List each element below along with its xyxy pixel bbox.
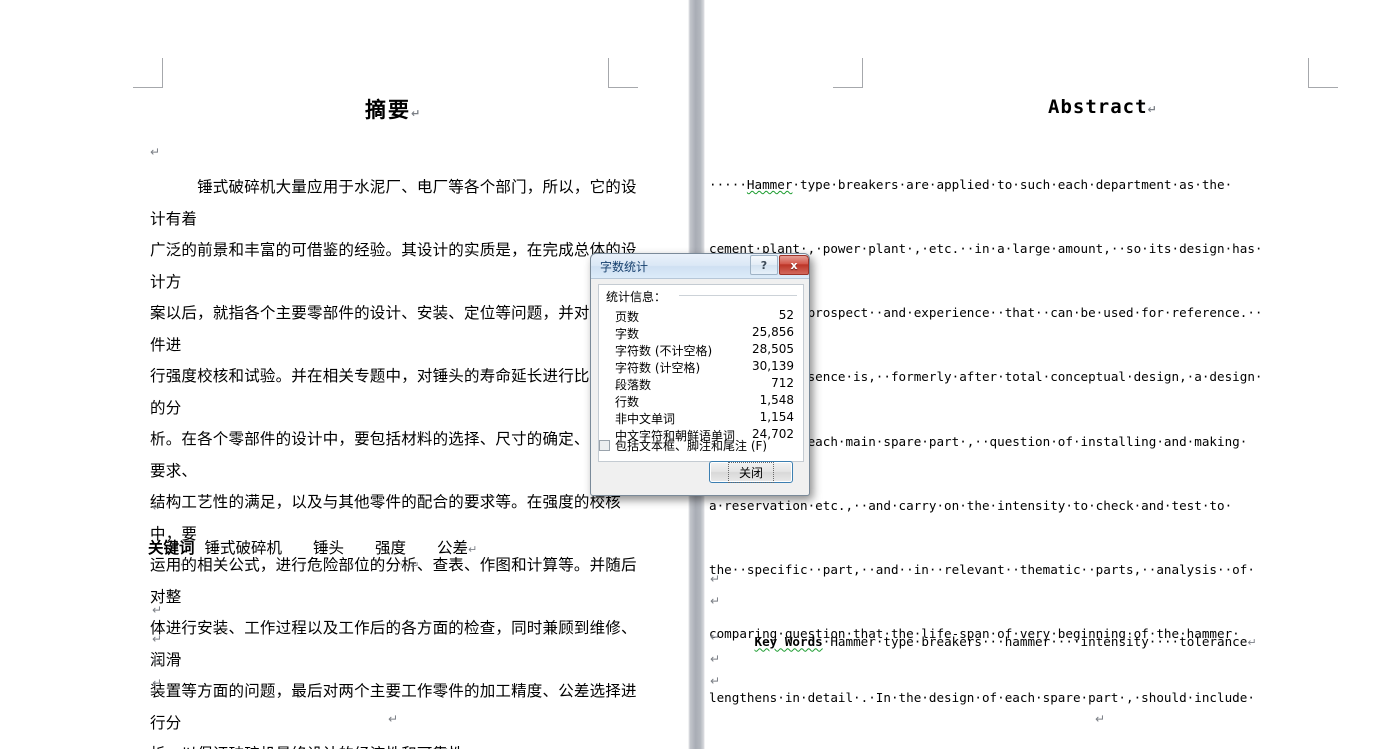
stat-value: 52 — [778, 308, 794, 322]
keywords-label: 关键词 — [148, 539, 195, 557]
close-icon[interactable]: x — [779, 255, 809, 275]
stat-value: 30,139 — [752, 359, 794, 373]
paragraph-line: 析。在各个零部件的设计中，要包括材料的选择、尺寸的确定、加工的要求、 — [150, 430, 637, 480]
pilcrow-icon: ↵ — [710, 594, 721, 608]
include-textboxes-checkbox[interactable]: 包括文本框、脚注和尾注 (F) — [599, 437, 767, 454]
pilcrow-icon: ↵ — [152, 632, 163, 646]
abstract-line: the··specific··part,··and··in··relevant·… — [709, 562, 1255, 578]
pilcrow-icon: ↵ — [152, 603, 163, 617]
paragraph-line: 体进行安装、工作过程以及工作后的各方面的检查，同时兼顾到维修、润滑 — [150, 619, 637, 669]
stat-label: 行数 — [615, 395, 640, 409]
pilcrow-icon: ↵ — [411, 107, 423, 120]
stat-label: 页数 — [615, 310, 640, 324]
stat-label: 非中文单词 — [615, 412, 676, 426]
pilcrow-icon: ↵ — [1147, 103, 1158, 116]
keywords-label: Key Words — [754, 634, 823, 650]
pilcrow-icon: ↵ — [710, 630, 721, 644]
dialog-title-bar[interactable]: 字数统计 ? x — [591, 254, 809, 279]
help-icon[interactable]: ? — [750, 255, 778, 275]
stat-row: 页数 52 — [615, 308, 794, 324]
pilcrow-icon: ↵ — [152, 654, 163, 668]
keywords-text: ·Hammer·type·breakers···hammer····intens… — [822, 634, 1248, 650]
left-page-title-text: 摘要 — [365, 98, 411, 122]
paragraph-line: 装置等方面的问题，最后对两个主要工作零件的加工精度、公差选择进行分 — [150, 682, 637, 732]
pilcrow-icon: ↵ — [410, 559, 420, 572]
space-dots: · · · · · · · · · · — [178, 558, 411, 572]
stat-row: 字符数 (不计空格) 28,505 — [615, 342, 794, 358]
pilcrow-icon: ↵ — [1095, 712, 1106, 726]
pilcrow-icon: ↵ — [468, 543, 478, 556]
stat-label: 字符数 (不计空格) — [615, 344, 713, 358]
left-page-keywords: 关键词 锤式破碎机 锤头 强度 公差↵ — [148, 536, 477, 558]
stat-value: 1,548 — [759, 393, 794, 407]
pilcrow-icon: ↵ — [152, 676, 163, 690]
keywords-text: 锤式破碎机 锤头 强度 公差 — [204, 539, 469, 557]
stat-row: 非中文单词 1,154 — [615, 410, 794, 426]
checkbox-box-icon[interactable] — [599, 440, 610, 451]
stat-label: 段落数 — [615, 378, 652, 392]
close-button-label: 关闭 — [727, 461, 774, 483]
paragraph-line: 行强度校核和试验。并在相关专题中，对锤头的寿命延长进行比较详细的分 — [150, 367, 637, 417]
stat-value: 712 — [771, 376, 794, 390]
legend-divider — [679, 295, 797, 296]
pilcrow-icon: ↵ — [710, 674, 721, 688]
space-dots-row: · · · · · · · · · ·↵ — [178, 556, 420, 574]
stat-row: 字符数 (计空格) 30,139 — [615, 359, 794, 375]
paragraph-line: 广泛的前景和丰富的可借鉴的经验。其设计的实质是，在完成总体的设计方 — [150, 241, 637, 291]
pilcrow-icon: ↵ — [150, 145, 161, 159]
document-page-left[interactable]: 摘要↵ ↵ 锤式破碎机大量应用于水泥厂、电厂等各个部门，所以，它的设计有着 广泛… — [0, 0, 688, 749]
statistics-legend: 统计信息： — [606, 288, 671, 305]
paragraph-line-text: 析，以保证破碎机最终设计的经济性和可靠性。 — [150, 745, 480, 749]
stat-row: 字数 25,856 — [615, 325, 794, 341]
abstract-line: a·reservation·etc.,··and·carry·on·the·in… — [709, 497, 1233, 513]
stat-label: 字数 — [615, 327, 640, 341]
pilcrow-icon: ↵ — [710, 572, 721, 586]
stat-row: 行数 1,548 — [615, 393, 794, 409]
dialog-title: 字数统计 — [600, 260, 649, 274]
pilcrow-icon: ↵ — [388, 712, 399, 726]
stat-value: 25,856 — [752, 325, 794, 339]
pilcrow-icon: ↵ — [1247, 636, 1257, 650]
stat-label: 字符数 (计空格) — [615, 361, 701, 375]
abstract-line: ·····Hammer·type·breakers·are·applied·to… — [709, 176, 1233, 192]
close-button[interactable]: 关闭 — [709, 461, 793, 483]
right-page-keywords: Key Words·Hammer·type·breakers···hammer·… — [709, 610, 1257, 675]
paragraph-line-last: 析，以保证破碎机最终设计的经济性和可靠性。↵ — [150, 739, 650, 749]
word-count-dialog[interactable]: 字数统计 ? x 统计信息： 页数 52 字数 25,856 字符数 (不计空格… — [590, 253, 810, 496]
stat-value: 1,154 — [759, 410, 794, 424]
stat-row: 段落数 712 — [615, 376, 794, 392]
checkbox-label: 包括文本框、脚注和尾注 (F) — [615, 439, 768, 453]
left-page-paragraph: 锤式破碎机大量应用于水泥厂、电厂等各个部门，所以，它的设计有着 广泛的前景和丰富… — [150, 172, 650, 749]
left-page-title: 摘要↵ — [365, 94, 422, 124]
pilcrow-icon: ↵ — [710, 652, 721, 666]
pilcrow-icon: ↵ — [152, 500, 163, 514]
abstract-line: lengthens·in·detail·.·In·the·design·of·e… — [709, 690, 1255, 706]
paragraph-line: 锤式破碎机大量应用于水泥厂、电厂等各个部门，所以，它的设计有着 — [150, 178, 637, 228]
stat-value: 28,505 — [752, 342, 794, 356]
right-page-title: Abstract↵ — [1048, 96, 1158, 118]
right-page-title-text: Abstract — [1048, 96, 1148, 118]
paragraph-line: 案以后，就指各个主要零部件的设计、安装、定位等问题，并对个别零件进 — [150, 304, 637, 354]
statistics-panel: 统计信息： 页数 52 字数 25,856 字符数 (不计空格) 28,505 … — [598, 284, 804, 462]
